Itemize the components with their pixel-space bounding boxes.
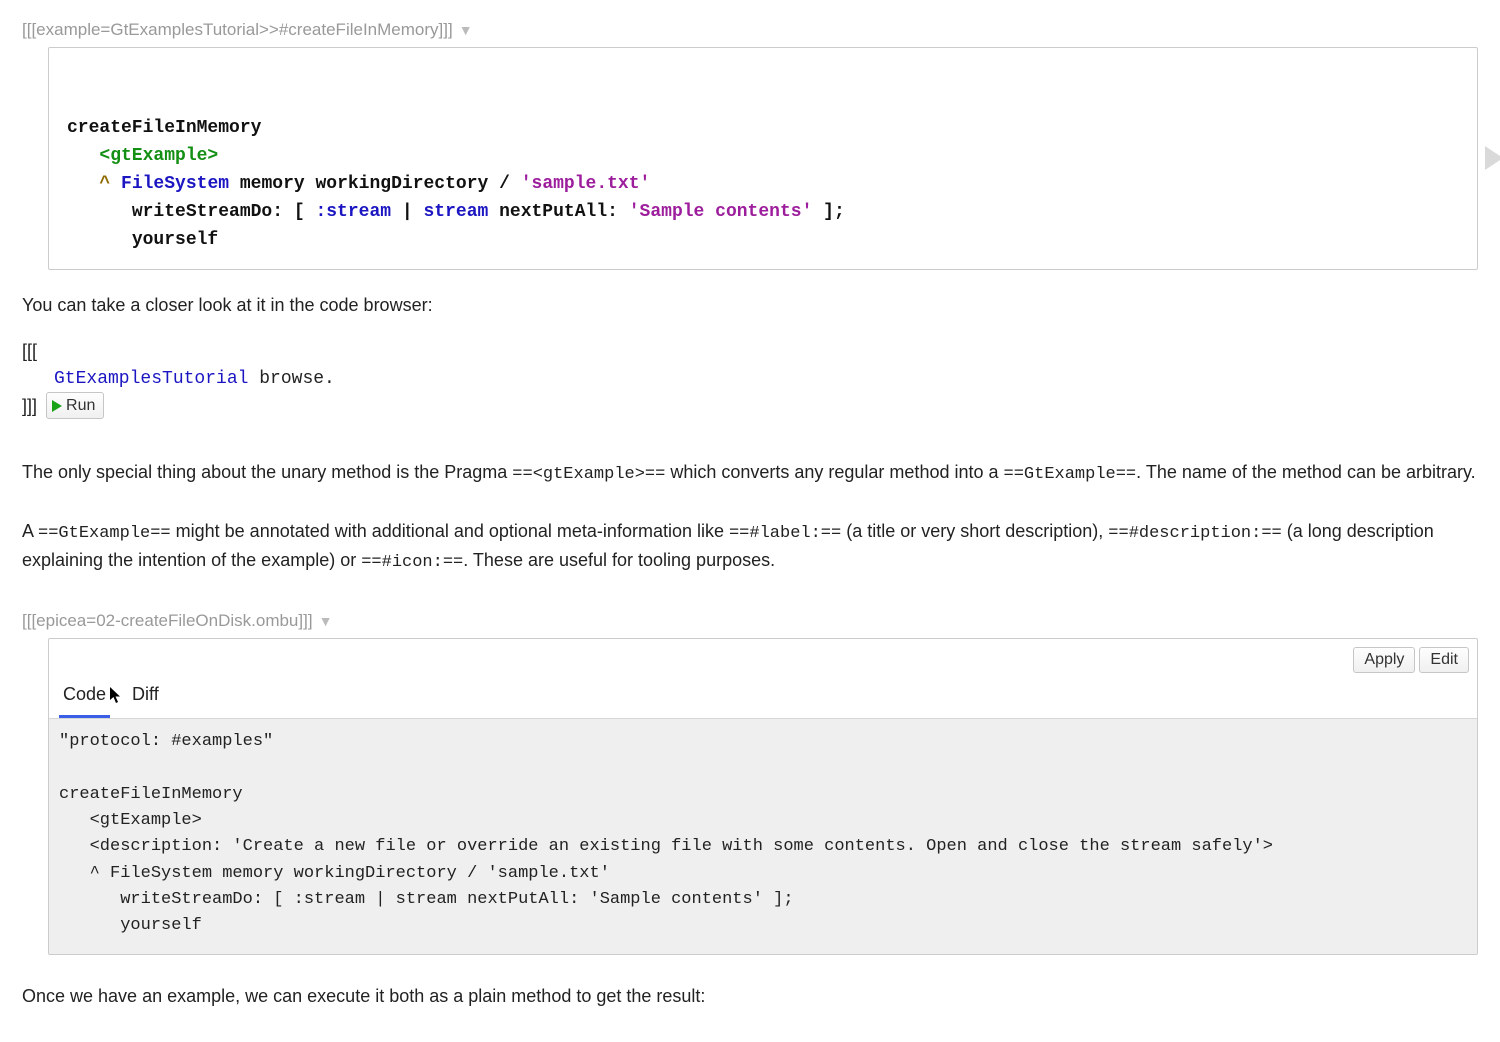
inline-code: ==<gtExample>== [512, 465, 665, 484]
code-text: memory workingDirectory / [229, 174, 521, 194]
class-ref: GtExamplesTutorial [54, 369, 248, 389]
snippet-close-row: ]]] Run [22, 392, 1478, 419]
example-annotation-label: [[[example=GtExamplesTutorial>>#createFi… [22, 18, 1478, 43]
inline-code: ==#label:== [729, 524, 841, 543]
text: which converts any regular method into a [665, 462, 1003, 482]
var-ref: stream [423, 202, 488, 222]
cursor-icon [109, 685, 123, 711]
play-icon[interactable] [1485, 146, 1500, 170]
block-arg: :stream [315, 202, 391, 222]
annotation-text: [[[epicea=02-createFileOnDisk.ombu]]] [22, 609, 313, 634]
paragraph-outro: Once we have an example, we can execute … [22, 983, 1478, 1009]
text: . These are useful for tooling purposes. [463, 550, 775, 570]
snippet-close: ]]] [22, 393, 37, 419]
text: might be annotated with additional and o… [171, 521, 729, 541]
string-literal: 'sample.txt' [521, 174, 651, 194]
tab-code[interactable]: Code [59, 675, 110, 718]
diff-block: Apply Edit Code Diff "protocol: #example… [48, 638, 1478, 955]
pragma: <gtExample> [99, 146, 218, 166]
chevron-down-icon[interactable]: ▼ [459, 20, 473, 40]
inline-code: ==GtExample== [38, 524, 171, 543]
string-literal: 'Sample contents' [629, 202, 813, 222]
code-text: yourself [132, 230, 218, 250]
run-label: Run [66, 394, 95, 417]
diff-toolbar: Apply Edit [49, 639, 1477, 675]
inline-code: ==#description:== [1108, 524, 1281, 543]
chevron-down-icon[interactable]: ▼ [319, 611, 333, 631]
play-icon [52, 400, 62, 412]
code-text: [ [283, 202, 315, 222]
run-button[interactable]: Run [46, 392, 104, 419]
annotation-text: [[[example=GtExamplesTutorial>>#createFi… [22, 18, 453, 43]
edit-button[interactable]: Edit [1419, 647, 1469, 673]
message-send: browse. [248, 369, 334, 389]
keyword-msg: nextPutAll: [488, 202, 628, 222]
text: A [22, 521, 38, 541]
diff-code-body[interactable]: "protocol: #examples" createFileInMemory… [49, 718, 1477, 954]
code-text: | [391, 202, 423, 222]
code-text: ]; [812, 202, 844, 222]
inline-snippet: [[[ GtExamplesTutorial browse. ]]] Run [22, 338, 1478, 419]
text: . The name of the method can be arbitrar… [1136, 462, 1476, 482]
paragraph-intro: You can take a closer look at it in the … [22, 292, 1478, 318]
keyword-msg: writeStreamDo: [132, 202, 283, 222]
paragraph-meta: A ==GtExample== might be annotated with … [22, 518, 1478, 575]
paragraph-pragma: The only special thing about the unary m… [22, 459, 1478, 488]
apply-button[interactable]: Apply [1353, 647, 1415, 673]
class-ref: FileSystem [121, 174, 229, 194]
return-caret: ^ [99, 174, 110, 194]
inline-code: ==GtExample== [1004, 465, 1137, 484]
tab-diff[interactable]: Diff [128, 675, 163, 718]
epicea-annotation-label: [[[epicea=02-createFileOnDisk.ombu]]] ▼ [22, 609, 1478, 634]
snippet-code-line: GtExamplesTutorial browse. [22, 364, 1478, 392]
snippet-open: [[[ [22, 338, 1478, 364]
method-name: createFileInMemory [67, 118, 261, 138]
code-block-createFileInMemory[interactable]: createFileInMemory <gtExample> ^ FileSys… [48, 47, 1478, 270]
text: The only special thing about the unary m… [22, 462, 512, 482]
inline-code: ==#icon:== [361, 553, 463, 572]
text: (a title or very short description), [841, 521, 1108, 541]
diff-tabs: Code Diff [49, 675, 1477, 718]
